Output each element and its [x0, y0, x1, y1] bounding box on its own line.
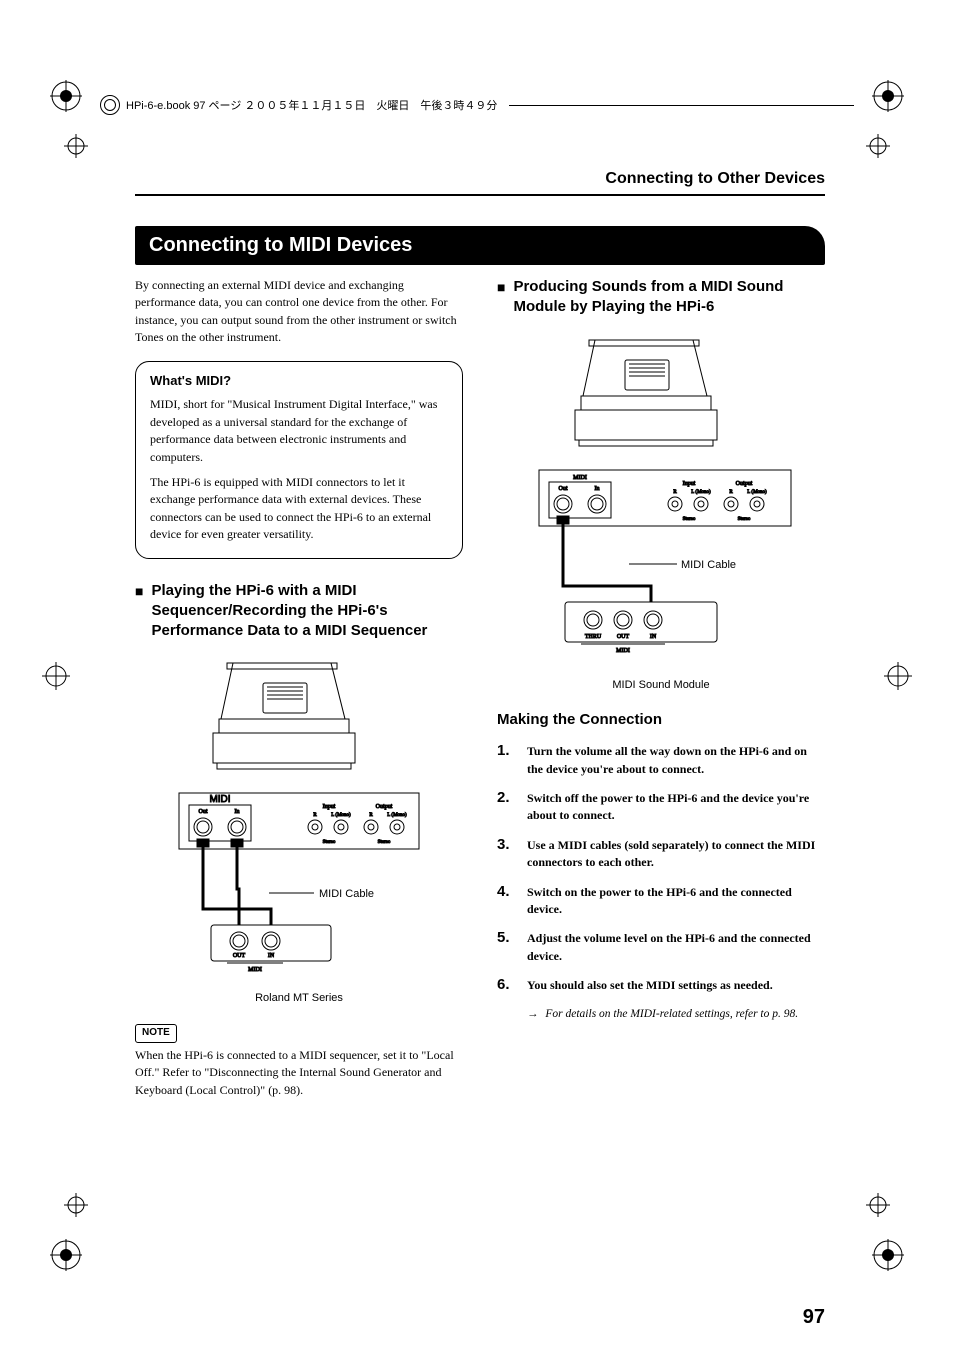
crop-mark-icon [882, 660, 914, 692]
callout-title: What's MIDI? [150, 372, 448, 391]
mod-thru-label: THRU [585, 634, 602, 640]
note-badge: NOTE [135, 1024, 177, 1043]
panel2-stereo-label: Stereo [683, 517, 696, 522]
sound-module-diagram: MIDI Out In Input Output R L (Mono) R L … [511, 330, 811, 670]
panel-r2-label: R [369, 813, 373, 818]
panel2-in-label: In [595, 486, 600, 492]
panel-input-label: Input [323, 804, 336, 810]
panel2-r-label: R [673, 490, 677, 495]
panel-midi-label: MIDI [209, 794, 230, 805]
panel2-r2-label: R [729, 490, 733, 495]
crop-mark-icon [862, 1189, 894, 1221]
panel2-input-label: Input [683, 481, 696, 487]
panel-out-label: Out [199, 809, 208, 815]
sequencer-diagram: MIDI Out In Input Output R L (Mono) R L … [159, 653, 439, 983]
note-text: When the HPi-6 is connected to a MIDI se… [135, 1047, 463, 1099]
crop-mark-icon [50, 1239, 82, 1271]
panel-l-label: L (Mono) [331, 813, 351, 818]
left-diagram-caption: Roland MT Series [135, 991, 463, 1007]
step-text: You should also set the MIDI settings as… [527, 977, 773, 994]
callout-p2: The HPi-6 is equipped with MIDI connecto… [150, 474, 448, 544]
seq-out-label: OUT [233, 953, 246, 959]
book-header: HPi-6-e.book 97 ページ ２００５年１１月１５日 火曜日 午後３時… [100, 95, 854, 115]
step-item: Turn the volume all the way down on the … [497, 743, 825, 778]
step-sub-text: For details on the MIDI-related settings… [545, 1008, 798, 1020]
section-title: Connecting to MIDI Devices [135, 226, 825, 265]
step-sub-note: → For details on the MIDI-related settin… [527, 1006, 825, 1023]
crop-mark-icon [60, 130, 92, 162]
mod-midi-label: MIDI [616, 648, 630, 654]
mod-out-label: OUT [617, 634, 630, 640]
crop-mark-icon [872, 80, 904, 112]
step-text: Adjust the volume level on the HPi-6 and… [527, 930, 825, 965]
ring-icon [100, 95, 120, 115]
step-text: Switch on the power to the HPi-6 and the… [527, 884, 825, 919]
steps-list: Turn the volume all the way down on the … [497, 743, 825, 994]
midi-cable-label: MIDI Cable [319, 888, 374, 900]
whats-midi-callout: What's MIDI? MIDI, short for "Musical In… [135, 361, 463, 559]
arrow-icon: → [527, 1008, 539, 1020]
crop-mark-icon [872, 1239, 904, 1271]
square-bullet-icon: ■ [497, 278, 505, 297]
panel-l2-label: L (Mono) [387, 813, 407, 818]
page-number: 97 [803, 1306, 825, 1329]
seq-in-label: IN [268, 953, 275, 959]
panel-stereo2-label: Stereo [378, 840, 391, 845]
step-item: Use a MIDI cables (sold separately) to c… [497, 837, 825, 872]
step-item: Switch off the power to the HPi-6 and th… [497, 790, 825, 825]
panel2-l2-label: L (Mono) [747, 490, 767, 495]
running-head: Connecting to Other Devices [135, 170, 825, 188]
panel-stereo-label: Stereo [323, 840, 336, 845]
step-text: Switch off the power to the HPi-6 and th… [527, 790, 825, 825]
panel-in-label: In [235, 809, 240, 815]
left-subhead-text: Playing the HPi-6 with a MIDI Sequencer/… [151, 581, 463, 642]
right-subhead: ■ Producing Sounds from a MIDI Sound Mod… [497, 277, 825, 318]
step-text: Use a MIDI cables (sold separately) to c… [527, 837, 825, 872]
panel-output-label: Output [376, 804, 393, 810]
midi-cable-label-2: MIDI Cable [681, 559, 736, 571]
running-rule [135, 194, 825, 196]
panel2-output-label: Output [736, 481, 753, 487]
making-connection-title: Making the Connection [497, 709, 825, 731]
step-item: You should also set the MIDI settings as… [497, 977, 825, 994]
panel2-l-label: L (Mono) [691, 490, 711, 495]
panel2-stereo2-label: Stereo [738, 517, 751, 522]
crop-mark-icon [60, 1189, 92, 1221]
panel2-midi-label: MIDI [573, 475, 587, 481]
callout-p1: MIDI, short for "Musical Instrument Digi… [150, 396, 448, 466]
step-item: Adjust the volume level on the HPi-6 and… [497, 930, 825, 965]
square-bullet-icon: ■ [135, 582, 143, 601]
panel2-out-label: Out [559, 486, 568, 492]
panel-r-label: R [313, 813, 317, 818]
crop-mark-icon [862, 130, 894, 162]
step-text: Turn the volume all the way down on the … [527, 743, 825, 778]
right-subhead-text: Producing Sounds from a MIDI Sound Modul… [513, 277, 825, 318]
right-diagram-caption: MIDI Sound Module [497, 678, 825, 694]
book-info-text: HPi-6-e.book 97 ページ ２００５年１１月１５日 火曜日 午後３時… [126, 97, 497, 113]
left-subhead: ■ Playing the HPi-6 with a MIDI Sequence… [135, 581, 463, 642]
crop-mark-icon [40, 660, 72, 692]
intro-text: By connecting an external MIDI device an… [135, 277, 463, 347]
step-item: Switch on the power to the HPi-6 and the… [497, 884, 825, 919]
mod-in-label: IN [650, 634, 657, 640]
seq-midi-label: MIDI [248, 967, 262, 973]
crop-mark-icon [50, 80, 82, 112]
